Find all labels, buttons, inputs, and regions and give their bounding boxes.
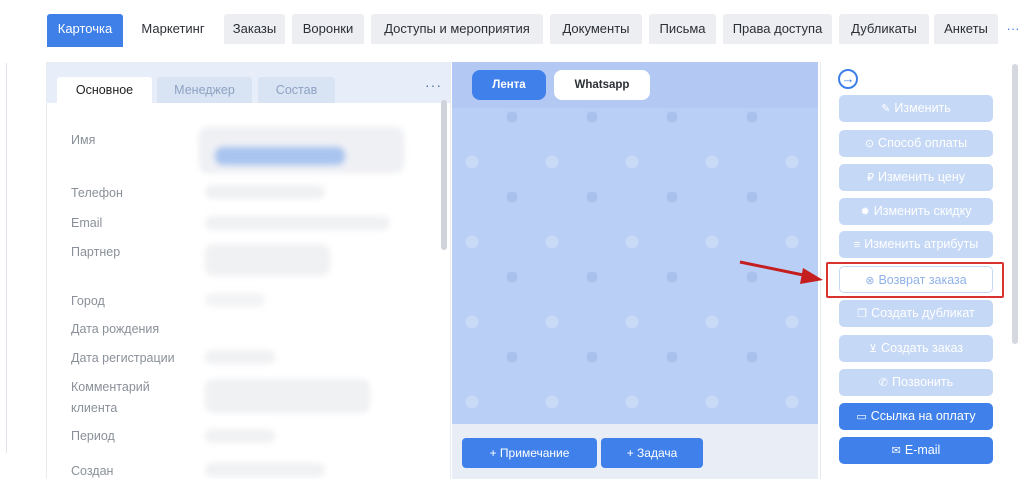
annotation-arrow-line — [739, 260, 809, 278]
annotation-arrow-head — [800, 268, 823, 284]
annotation-arrow — [739, 260, 823, 284]
